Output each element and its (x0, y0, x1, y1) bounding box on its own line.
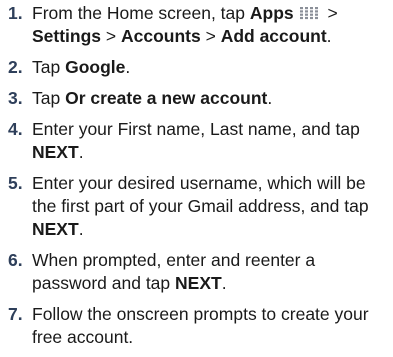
step-text: Enter your desired username, which will … (32, 173, 369, 216)
step-text: From the Home screen, tap (32, 3, 250, 23)
settings-label: Settings (32, 26, 102, 46)
period: . (267, 88, 273, 108)
step-7: 7. Follow the onscreen prompts to create… (0, 303, 393, 349)
step-text: Enter your First name, Last name, and ta… (32, 119, 360, 139)
add-account-label: Add account (220, 26, 327, 46)
apps-grid-dot (299, 10, 303, 13)
step-text: When prompted, enter and reenter a passw… (32, 250, 316, 293)
separator: > (200, 26, 221, 46)
apps-grid-dot (309, 7, 313, 10)
apps-label: Apps (249, 3, 294, 23)
step-text: Tap (32, 88, 66, 108)
accounts-label: Accounts (121, 26, 201, 46)
period: . (326, 26, 332, 46)
apps-grid-dot (299, 16, 303, 20)
apps-grid-dot (309, 16, 313, 20)
period: . (78, 219, 84, 239)
apps-grid-icon (298, 6, 320, 20)
apps-grid-dot (299, 7, 303, 10)
next-label: NEXT (32, 142, 79, 162)
step-4: 4. Enter your First name, Last name, and… (0, 118, 393, 164)
apps-grid-dot (304, 7, 308, 10)
step-number: 6. (8, 250, 23, 270)
google-label: Google (65, 57, 126, 77)
step-3: 3. Tap Or create a new account. (0, 87, 393, 110)
apps-grid-dot (309, 10, 313, 13)
next-label: NEXT (32, 219, 79, 239)
apps-grid-dot (314, 7, 318, 10)
apps-grid-dot (299, 13, 303, 16)
step-number: 1. (8, 3, 23, 23)
create-account-label: Or create a new account (65, 88, 268, 108)
apps-grid-dot (304, 13, 308, 16)
step-6: 6. When prompted, enter and reenter a pa… (0, 249, 393, 295)
step-2: 2. Tap Google. (0, 56, 393, 79)
period: . (125, 57, 131, 77)
apps-grid-dot (314, 16, 318, 20)
instruction-steps: 1. From the Home screen, tap Apps > Sett… (0, 0, 393, 357)
separator: > (101, 26, 121, 46)
step-5: 5. Enter your desired username, which wi… (0, 172, 393, 241)
apps-grid-dot (309, 13, 313, 16)
step-text: Tap (32, 57, 66, 77)
step-number: 7. (8, 304, 23, 324)
next-label: NEXT (175, 273, 222, 293)
apps-grid-dot (314, 10, 318, 13)
separator: > (322, 3, 338, 23)
step-number: 4. (8, 119, 23, 139)
apps-grid-dot (304, 16, 308, 20)
period: . (78, 142, 84, 162)
step-number: 2. (8, 57, 23, 77)
apps-grid-dot (314, 13, 318, 16)
apps-grid-dot (304, 10, 308, 13)
step-1: 1. From the Home screen, tap Apps > Sett… (0, 2, 393, 48)
step-text: Follow the onscreen prompts to create yo… (32, 304, 369, 347)
period: . (221, 273, 227, 293)
step-number: 5. (8, 173, 23, 193)
step-number: 3. (8, 88, 23, 108)
